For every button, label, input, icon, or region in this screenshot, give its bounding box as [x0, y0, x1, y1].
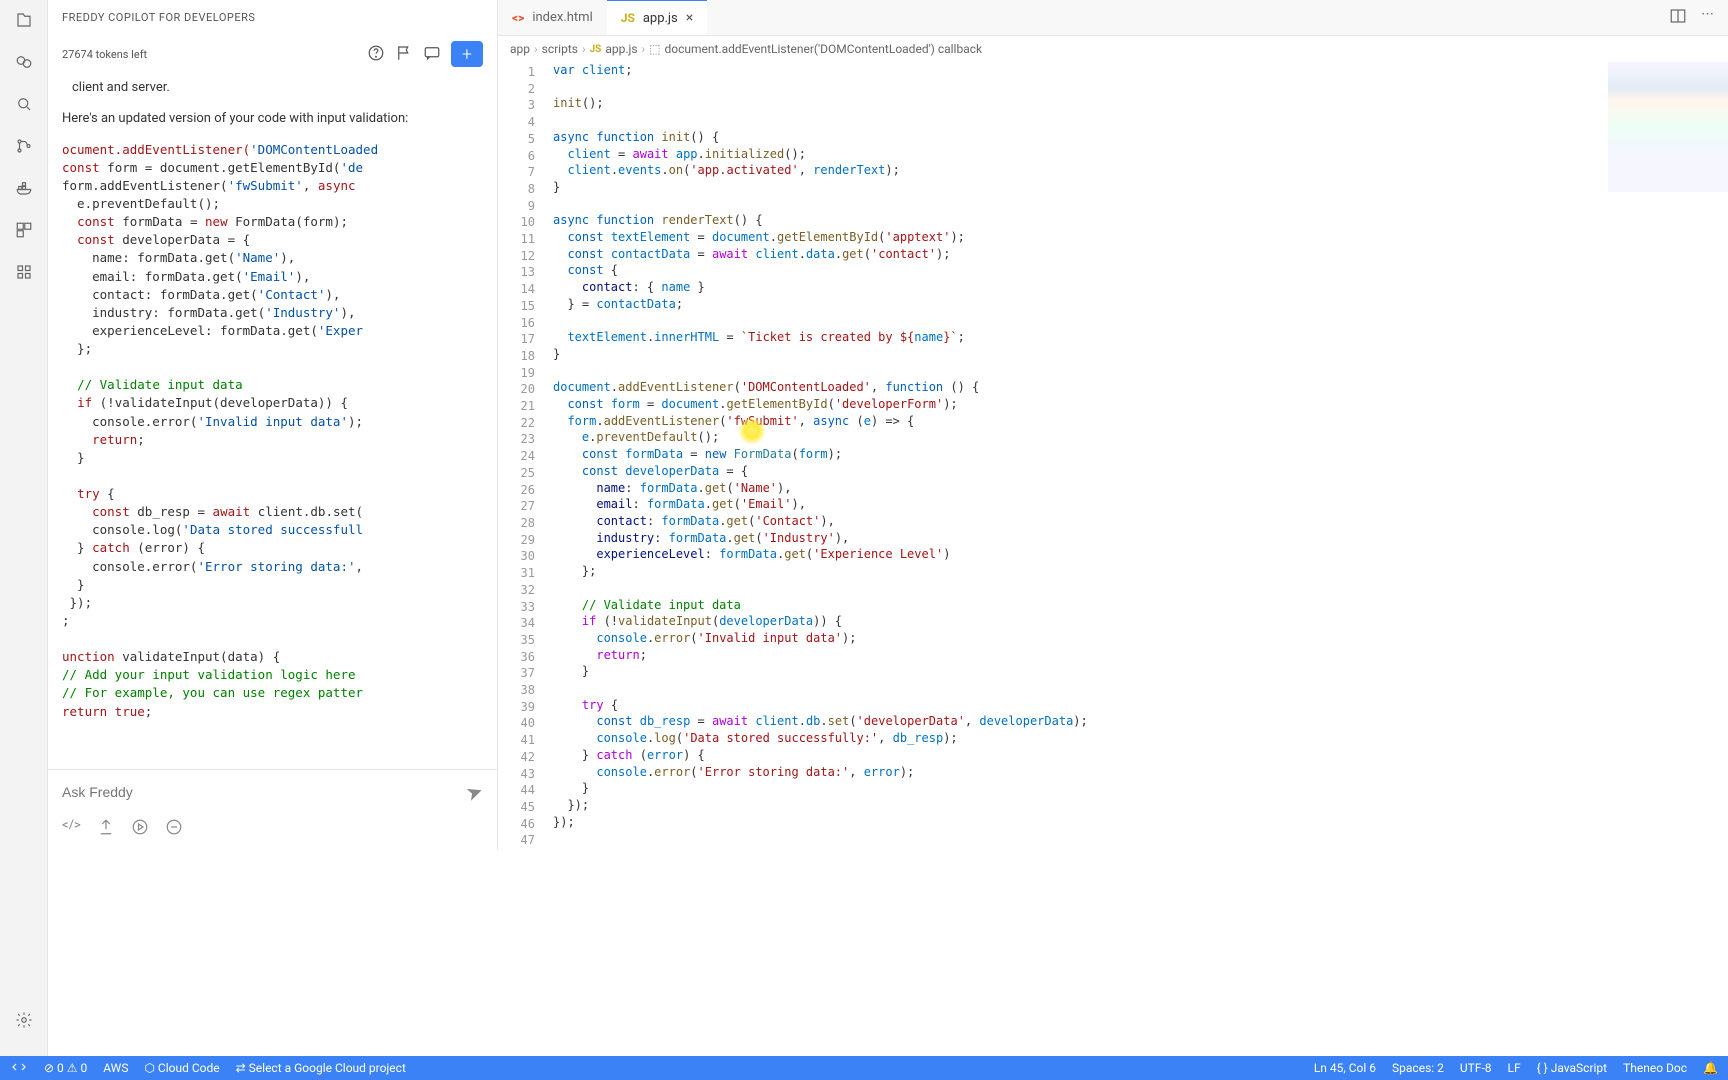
tab-close-icon[interactable]: × — [686, 10, 693, 26]
upload-icon[interactable] — [97, 818, 115, 840]
breadcrumb[interactable]: app› scripts› JS app.js› ⬚ document.addE… — [498, 36, 1728, 62]
docker-icon[interactable] — [12, 176, 36, 200]
minimap[interactable] — [1608, 62, 1728, 192]
ai-copilot-icon[interactable] — [12, 50, 36, 74]
status-ln-col[interactable]: Ln 45, Col 6 — [1314, 1061, 1376, 1075]
search-icon[interactable] — [12, 92, 36, 116]
chat-body[interactable]: client and server. Here's an updated ver… — [48, 73, 497, 769]
code-icon[interactable]: </> — [62, 818, 81, 840]
split-editor-icon[interactable] — [1669, 7, 1687, 29]
breadcrumb-item[interactable]: document.addEventListener('DOMContentLoa… — [665, 42, 983, 56]
grid-icon[interactable] — [12, 260, 36, 284]
tab-app-js[interactable]: JS app.js × — [607, 0, 708, 35]
breadcrumb-item[interactable]: scripts — [542, 42, 578, 56]
status-lang[interactable]: { } JavaScript — [1537, 1061, 1607, 1075]
status-aws[interactable]: AWS — [103, 1061, 128, 1075]
chat-code-block: ocument.addEventListener('DOMContentLoad… — [62, 141, 483, 721]
flag-icon[interactable] — [395, 44, 413, 65]
status-gcloud[interactable]: ⇄ Select a Google Cloud project — [236, 1061, 406, 1075]
status-theneo[interactable]: Theneo Doc — [1623, 1061, 1687, 1075]
send-icon[interactable]: ➤ — [463, 778, 487, 806]
chat-input-area: ➤ </> — [48, 769, 497, 850]
chat-paragraph: Here's an updated version of your code w… — [62, 110, 483, 129]
help-icon[interactable] — [367, 44, 385, 65]
tab-bar: <> index.html JS app.js × ⋯ — [498, 0, 1728, 36]
editor-area: <> index.html JS app.js × ⋯ app› scripts… — [498, 0, 1728, 1080]
tab-label: app.js — [643, 11, 678, 26]
status-errors[interactable]: ⊘ 0 ⚠ 0 — [44, 1061, 87, 1075]
status-eol[interactable]: LF — [1508, 1061, 1521, 1075]
status-bell-icon[interactable]: 🔔 — [1703, 1061, 1718, 1075]
explorer-icon[interactable] — [12, 8, 36, 32]
more-icon[interactable]: ⋯ — [1701, 7, 1714, 29]
minus-icon[interactable] — [165, 818, 183, 840]
play-icon[interactable] — [131, 818, 149, 840]
tab-index-html[interactable]: <> index.html — [498, 0, 607, 35]
status-bar: ⊘ 0 ⚠ 0 AWS ⬡ Cloud Code ⇄ Select a Goog… — [0, 1056, 1728, 1080]
line-gutter: 1234567891011121314151617181920212223242… — [498, 62, 553, 1080]
breadcrumb-item[interactable]: app.js — [605, 42, 637, 56]
freddy-panel: FREDDY COPILOT FOR DEVELOPERS 27674 toke… — [48, 0, 498, 850]
source-control-icon[interactable] — [12, 134, 36, 158]
chat-line: client and server. — [72, 79, 483, 98]
breadcrumb-item[interactable]: app — [510, 42, 530, 56]
panel-title: FREDDY COPILOT FOR DEVELOPERS — [48, 0, 497, 35]
status-encoding[interactable]: UTF-8 — [1460, 1061, 1492, 1075]
activity-bar — [0, 0, 48, 1080]
token-count: 27674 tokens left — [62, 48, 147, 61]
chat-icon[interactable] — [423, 44, 441, 65]
chat-input[interactable] — [62, 784, 466, 800]
code-content[interactable]: var client; init(); async function init(… — [553, 62, 1728, 1080]
remote-icon[interactable] — [10, 1058, 28, 1079]
settings-icon[interactable] — [12, 1008, 36, 1032]
new-chat-button[interactable]: + — [451, 41, 483, 67]
tab-label: index.html — [532, 10, 592, 25]
extensions-icon[interactable] — [12, 218, 36, 242]
status-cloud[interactable]: ⬡ Cloud Code — [144, 1061, 219, 1075]
status-spaces[interactable]: Spaces: 2 — [1392, 1061, 1444, 1075]
